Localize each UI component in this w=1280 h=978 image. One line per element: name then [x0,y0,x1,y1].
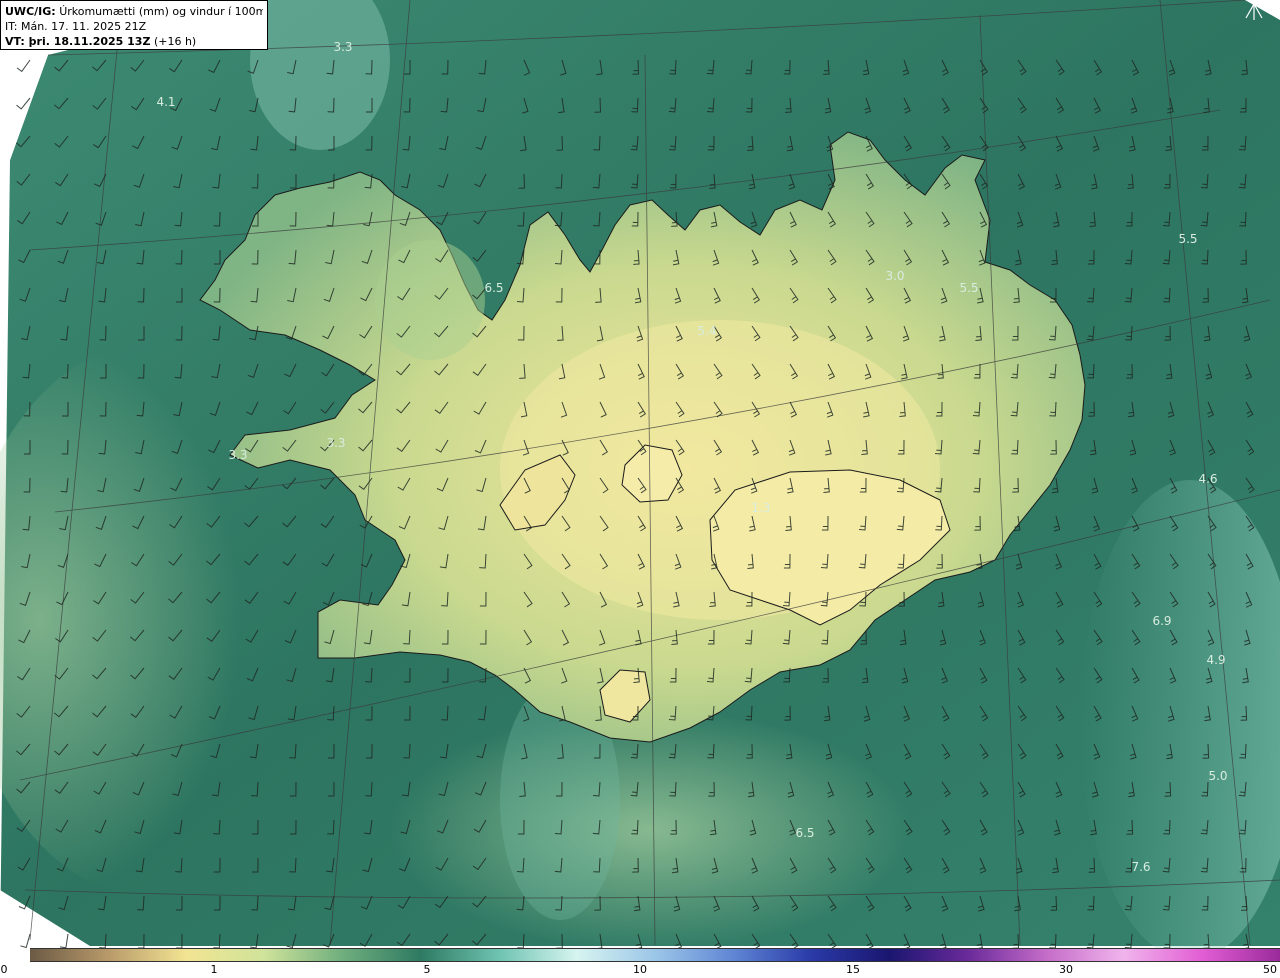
map-value-label: 7.6 [1131,860,1151,874]
colorbar-tick-label: 1 [210,963,218,976]
map-value-label: 5.5 [1178,232,1198,246]
map-value-label: 3.3 [326,436,346,450]
map-value-label: 3.3 [333,40,353,54]
title-line: UWC/IG: Úrkomumætti (mm) og vindur í 100… [5,4,263,19]
map-value-label: 3.0 [885,269,905,283]
colorbar-tick-label: 5 [423,963,431,976]
colorbar-tick-label: 15 [846,963,860,976]
valid-time: VT: þri. 18.11.2025 13Z [5,35,151,48]
map-value-label: 4.1 [156,95,176,109]
map-value-label: 5.5 [959,281,979,295]
map-value-label: 6.5 [795,826,815,840]
map-title: Úrkomumætti (mm) og vindur í 100m hæð [59,5,263,18]
map-header: UWC/IG: Úrkomumætti (mm) og vindur í 100… [0,0,268,50]
forecast-map [0,0,1280,960]
map-value-label: 6.9 [1152,614,1172,628]
colorbar [30,948,1280,962]
map-value-label: 4.9 [1206,653,1226,667]
colorbar-tick-label: 30 [1059,963,1073,976]
map-value-label: 5.4 [697,324,717,338]
model-code: UWC/IG: [5,5,56,18]
map-value-label: 1.3 [751,501,771,515]
map-value-label: 4.6 [1198,472,1218,486]
map-value-label: 6.5 [484,281,504,295]
lead-time: (+16 h) [153,35,197,48]
map-value-label: 5.0 [1208,769,1228,783]
map-value-label: 3.3 [228,448,248,462]
init-time: IT: Mán. 17. 11. 2025 21Z [5,20,147,33]
colorbar-tick-label: 0 [0,963,8,976]
valid-time-line: VT: þri. 18.11.2025 13Z (+16 h) [5,34,263,49]
colorbar-tick-label: 50 [1263,963,1277,976]
colorbar-tick-label: 10 [633,963,647,976]
